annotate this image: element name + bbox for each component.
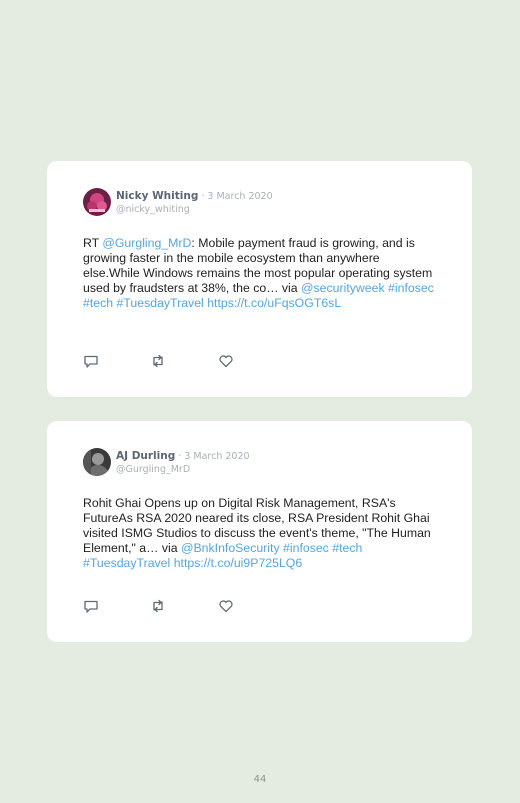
hashtag-link[interactable]: #TuesdayTravel xyxy=(117,296,204,310)
tweet-text: RT @Gurgling_MrD: Mobile payment fraud i… xyxy=(83,236,435,311)
author-name[interactable]: AJ Durling xyxy=(116,450,175,462)
hashtag-link[interactable]: #tech xyxy=(83,296,113,310)
tweet-date[interactable]: 3 March 2020 xyxy=(184,451,249,462)
avatar[interactable] xyxy=(83,448,111,476)
tweet-date[interactable]: 3 March 2020 xyxy=(207,191,272,202)
reply-icon[interactable] xyxy=(83,353,99,369)
like-icon[interactable] xyxy=(218,598,234,614)
mention-link[interactable]: @Gurgling_MrD xyxy=(102,236,191,250)
hashtag-link[interactable]: #TuesdayTravel xyxy=(83,556,170,570)
author-name[interactable]: Nicky Whiting xyxy=(116,190,198,202)
tweet-actions xyxy=(83,353,283,369)
meta-separator: · xyxy=(175,451,185,462)
tweet-card: AJ Durling · 3 March 2020 @Gurgling_MrD … xyxy=(47,421,472,642)
like-icon[interactable] xyxy=(218,353,234,369)
url-link[interactable]: https://t.co/ui9P725LQ6 xyxy=(174,556,303,570)
hashtag-link[interactable]: #tech xyxy=(332,541,362,555)
avatar[interactable] xyxy=(83,188,111,216)
hashtag-link[interactable]: #infosec xyxy=(388,281,434,295)
retweet-icon[interactable] xyxy=(150,353,166,369)
tweet-text-part: RT xyxy=(83,236,103,250)
mention-link[interactable]: @BnkInfoSecurity xyxy=(181,541,280,555)
avatar-grey-icon xyxy=(83,448,111,476)
avatar-pink-icon xyxy=(83,188,111,216)
mention-link[interactable]: @securityweek xyxy=(301,281,385,295)
tweet-text: Rohit Ghai Opens up on Digital Risk Mana… xyxy=(83,496,435,571)
url-link[interactable]: https://t.co/uFqsOGT6sL xyxy=(207,296,341,310)
tweet-actions xyxy=(83,598,283,614)
reply-icon[interactable] xyxy=(83,598,99,614)
author-handle[interactable]: @nicky_whiting xyxy=(116,204,190,215)
retweet-icon[interactable] xyxy=(150,598,166,614)
tweet-card: Nicky Whiting · 3 March 2020 @nicky_whit… xyxy=(47,161,472,397)
author-handle[interactable]: @Gurgling_MrD xyxy=(116,464,190,475)
page-number: 44 xyxy=(253,774,267,785)
hashtag-link[interactable]: #infosec xyxy=(283,541,329,555)
